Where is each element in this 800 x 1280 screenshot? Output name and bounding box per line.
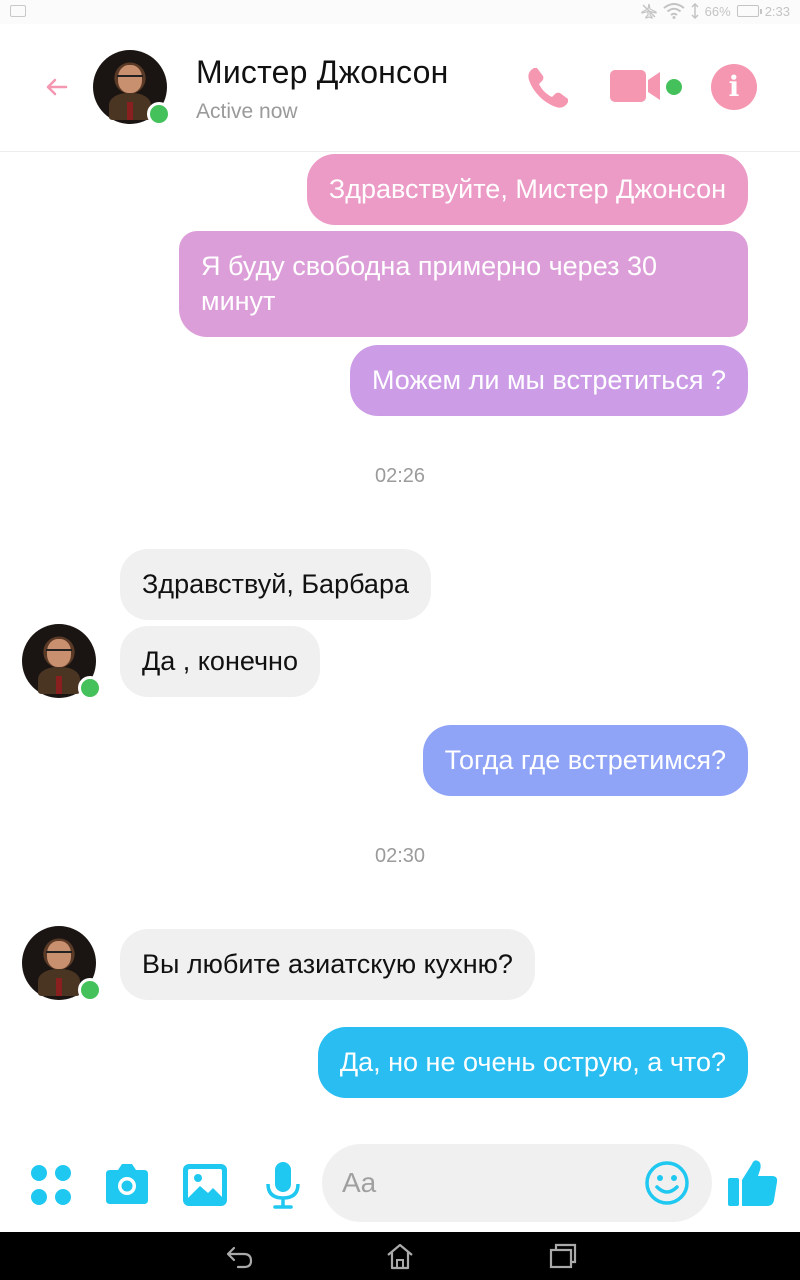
phone-call-icon[interactable] bbox=[522, 62, 574, 114]
message-bubble-outgoing[interactable]: Здравствуйте, Мистер Джонсон bbox=[306, 154, 748, 225]
chat-header: Мистер Джонсон Active now i bbox=[0, 24, 800, 152]
gallery-icon[interactable] bbox=[180, 1160, 230, 1210]
wifi-icon bbox=[663, 3, 685, 19]
back-arrow-icon[interactable] bbox=[40, 70, 74, 104]
recent-apps-icon[interactable] bbox=[548, 1242, 578, 1270]
online-indicator bbox=[78, 978, 102, 1002]
info-icon[interactable]: i bbox=[711, 64, 757, 110]
timestamp: 02:30 bbox=[374, 845, 426, 867]
emoji-icon[interactable] bbox=[644, 1160, 690, 1206]
sender-avatar[interactable] bbox=[22, 926, 102, 1002]
message-bubble-incoming[interactable]: Здравствуй, Барбара bbox=[120, 549, 431, 620]
message-bubble-outgoing[interactable]: Можем ли мы встретиться ? bbox=[349, 345, 748, 416]
online-indicator bbox=[78, 676, 102, 700]
message-bubble-outgoing[interactable]: Я буду свободна примерно через 30 минут bbox=[179, 231, 748, 337]
message-bubble-outgoing[interactable]: Тогда где встретимся? bbox=[422, 725, 748, 796]
composer-bar bbox=[0, 1138, 800, 1232]
video-active-dot bbox=[666, 79, 682, 95]
sender-avatar[interactable] bbox=[22, 624, 102, 700]
contact-name[interactable]: Мистер Джонсон bbox=[196, 54, 449, 91]
message-bubble-incoming[interactable]: Да , конечно bbox=[120, 626, 320, 697]
timestamp: 02:26 bbox=[374, 465, 426, 487]
status-bar: 66% 2:33 bbox=[0, 0, 800, 24]
signal-icon bbox=[691, 3, 699, 19]
battery-icon bbox=[736, 5, 762, 17]
message-bubble-incoming[interactable]: Вы любите азиатскую кухню? bbox=[120, 929, 535, 1000]
message-bubble-outgoing[interactable]: Да, но не очень острую, а что? bbox=[317, 1027, 748, 1098]
thumbs-up-icon[interactable] bbox=[726, 1156, 780, 1210]
contact-status: Active now bbox=[196, 100, 298, 123]
home-icon[interactable] bbox=[385, 1242, 415, 1270]
online-indicator bbox=[147, 102, 171, 126]
contact-avatar[interactable] bbox=[93, 50, 171, 126]
video-call-icon[interactable] bbox=[608, 66, 664, 106]
status-icons: 66% 2:33 bbox=[641, 3, 790, 19]
message-input[interactable] bbox=[342, 1162, 632, 1204]
microphone-icon[interactable] bbox=[258, 1160, 308, 1210]
message-input-container[interactable] bbox=[322, 1144, 712, 1222]
message-list[interactable]: Здравствуйте, Мистер Джонсон Я буду своб… bbox=[0, 153, 800, 1138]
apps-icon[interactable] bbox=[26, 1160, 76, 1210]
airplane-off-icon bbox=[641, 3, 657, 19]
system-nav-bar bbox=[0, 1232, 800, 1280]
notification-icon bbox=[10, 5, 26, 17]
battery-percent: 66% bbox=[704, 3, 731, 19]
clock: 2:33 bbox=[764, 3, 790, 19]
camera-icon[interactable] bbox=[102, 1160, 152, 1210]
back-icon[interactable] bbox=[224, 1242, 254, 1270]
